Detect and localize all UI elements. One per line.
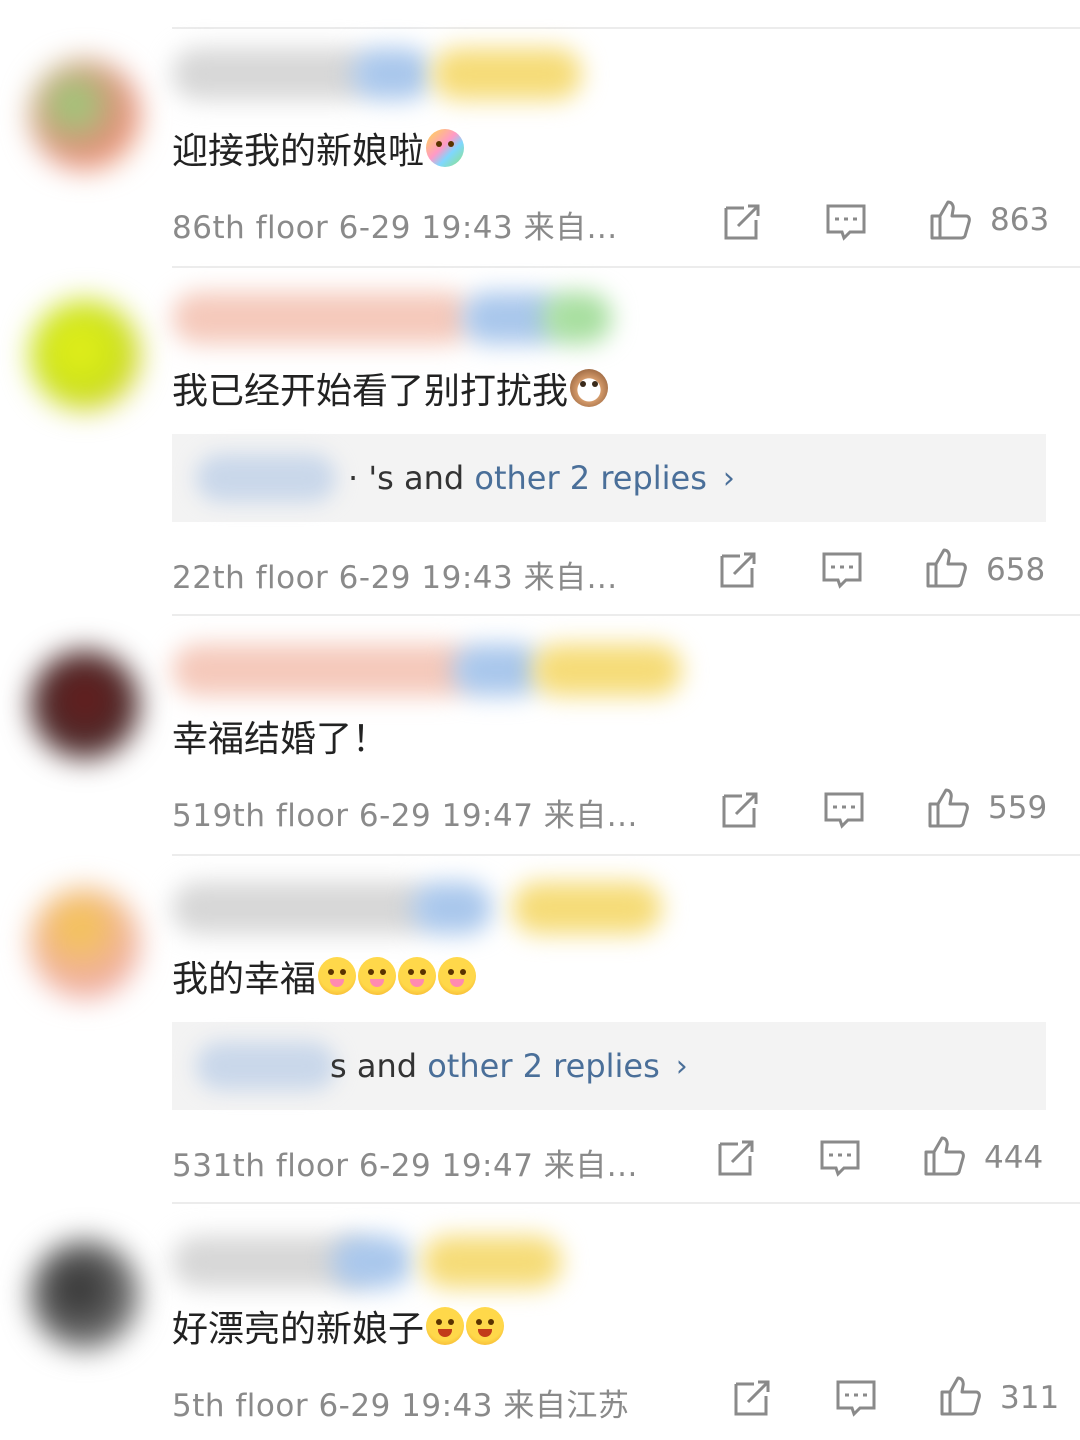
replies-link[interactable]: other 2 replies (427, 1047, 660, 1085)
like-count: 658 (986, 552, 1046, 588)
flower-emoji-icon (318, 957, 357, 995)
flower-emoji-icon (398, 957, 437, 995)
divider (172, 266, 1080, 268)
happy-emoji-icon (466, 1307, 505, 1345)
divider (172, 614, 1080, 616)
divider (172, 1202, 1080, 1204)
flower-emoji-icon (358, 957, 397, 995)
replies-box[interactable]: · 's and other 2 replies › (172, 434, 1046, 522)
share-icon[interactable] (730, 1376, 774, 1420)
like-count: 311 (1000, 1380, 1060, 1416)
thumbs-up-icon[interactable] (924, 546, 968, 590)
comment-icon[interactable] (822, 788, 866, 832)
comment-text: 幸福结婚了！ (172, 719, 389, 760)
comment-text: 我的幸福 (172, 950, 477, 1002)
replies-box[interactable]: s and other 2 replies › (172, 1022, 1046, 1110)
avatar[interactable] (30, 650, 140, 760)
thumbs-up-icon[interactable] (922, 1134, 966, 1178)
like-count: 559 (988, 790, 1048, 826)
username[interactable] (172, 882, 692, 934)
comment-meta: 519th floor 6-29 19:47 来自... (172, 798, 638, 834)
avatar[interactable] (30, 300, 140, 410)
happy-emoji-icon (426, 1307, 465, 1345)
comment-meta: 531th floor 6-29 19:47 来自... (172, 1148, 638, 1184)
username[interactable] (172, 292, 692, 344)
thumbs-up-icon[interactable] (938, 1374, 982, 1418)
like-count: 863 (990, 202, 1050, 238)
comment-icon[interactable] (820, 548, 864, 592)
comment-text: 好漂亮的新娘子 (172, 1300, 505, 1352)
replies-link[interactable]: other 2 replies (474, 459, 707, 497)
comment-text: 我已经开始看了别打扰我 (172, 362, 609, 414)
divider (172, 27, 1080, 29)
comment-meta: 86th floor 6-29 19:43 来自... (172, 210, 618, 246)
avatar[interactable] (30, 888, 140, 998)
comment-icon[interactable] (834, 1376, 878, 1420)
username[interactable] (172, 644, 692, 696)
comment-icon[interactable] (818, 1136, 862, 1180)
comment-icon[interactable] (824, 200, 868, 244)
chevron-right-icon: › (675, 1048, 688, 1084)
username[interactable] (172, 1236, 692, 1288)
chevron-right-icon: › (722, 460, 735, 496)
share-icon[interactable] (716, 548, 760, 592)
share-icon[interactable] (720, 200, 764, 244)
like-count: 444 (984, 1140, 1044, 1176)
share-icon[interactable] (714, 1136, 758, 1180)
comment-meta: 5th floor 6-29 19:43 来自江苏 (172, 1388, 630, 1424)
avatar[interactable] (30, 1240, 140, 1350)
divider (172, 854, 1080, 856)
thumbs-up-icon[interactable] (926, 786, 970, 830)
username[interactable] (172, 48, 692, 100)
cat-emoji-icon (570, 369, 609, 407)
flower-emoji-icon (438, 957, 477, 995)
rainbow-kiss-emoji-icon (426, 129, 465, 167)
comment-text: 迎接我的新娘啦 (172, 122, 465, 174)
share-icon[interactable] (718, 788, 762, 832)
thumbs-up-icon[interactable] (928, 198, 972, 242)
comment-meta: 22th floor 6-29 19:43 来自... (172, 560, 618, 596)
avatar[interactable] (30, 60, 140, 170)
